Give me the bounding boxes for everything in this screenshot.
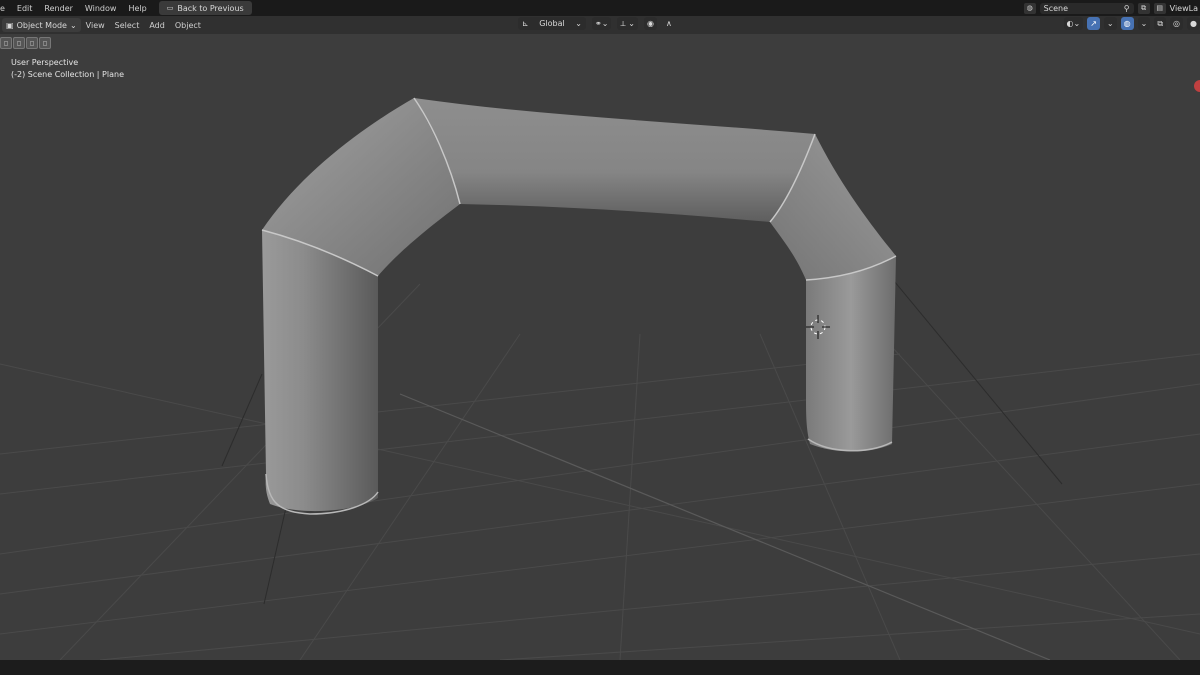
chevron-down-icon: ⌄ — [575, 19, 582, 28]
menu-view[interactable]: View — [81, 21, 110, 30]
solid-shading-icon[interactable]: ● — [1187, 17, 1200, 30]
xray-icon[interactable]: ⧉ — [1154, 17, 1167, 30]
menu-edit[interactable]: Edit — [11, 4, 39, 13]
menu-add[interactable]: Add — [144, 21, 170, 30]
object-mode-icon: ▣ — [6, 20, 14, 30]
wireframe-shading-icon[interactable]: ◎ — [1170, 17, 1184, 30]
floor-grid — [0, 283, 1200, 660]
scene-name: Scene — [1043, 3, 1069, 13]
menu-help[interactable]: Help — [122, 4, 152, 13]
pivot-icon[interactable]: ⚭⌄ — [592, 17, 612, 30]
mode-selector[interactable]: ▣ Object Mode ⌄ — [2, 18, 81, 32]
back-to-previous-button[interactable]: ▭ Back to Previous — [158, 1, 252, 15]
top-beam — [414, 98, 815, 222]
back-to-previous-label: Back to Previous — [177, 3, 244, 13]
viewport-shading-tools: ◐⌄ ↗ ⌄ ◍ ⌄ ⧉ ◎ ● — [1063, 17, 1200, 30]
scene-icon[interactable]: ◍ — [1023, 2, 1036, 14]
pin-icon[interactable]: ⚲ — [1124, 4, 1130, 13]
navigation-gizmo-x-icon[interactable] — [1194, 80, 1200, 92]
3d-viewport[interactable] — [0, 34, 1200, 660]
menu-file[interactable]: e — [0, 4, 11, 13]
top-menu-bar: e Edit Render Window Help ▭ Back to Prev… — [0, 0, 1200, 16]
right-pillar — [806, 256, 896, 452]
proportional-edit-icon[interactable]: ◉ — [644, 17, 657, 30]
gizmo-dropdown-icon[interactable]: ⌄ — [1103, 17, 1117, 30]
overlay-dropdown-icon[interactable]: ⌄ — [1137, 17, 1151, 30]
screen-icon: ▭ — [166, 4, 174, 12]
falloff-icon[interactable]: ∧ — [663, 17, 675, 30]
scene-selector[interactable]: Scene ⚲ — [1039, 2, 1134, 14]
orientation-label: Global — [539, 19, 565, 28]
top-right-controls: ◍ Scene ⚲ ⧉ ▤ ViewLa — [1023, 0, 1200, 16]
status-bar — [0, 660, 1200, 675]
overlay-icon[interactable]: ◍ — [1120, 17, 1134, 30]
chevron-down-icon: ⌄ — [69, 20, 77, 30]
visibility-icon[interactable]: ◐⌄ — [1063, 17, 1084, 30]
view-layer-name[interactable]: ViewLa — [1170, 4, 1200, 13]
mode-label: Object Mode — [16, 20, 67, 30]
new-scene-icon[interactable]: ⧉ — [1137, 2, 1150, 14]
snap-icon[interactable]: ⟂ ⌄ — [617, 17, 638, 30]
perspective-label: User Perspective — [11, 58, 79, 67]
left-pillar — [262, 230, 378, 512]
menu-render[interactable]: Render — [38, 4, 78, 13]
x-axis-line — [399, 393, 1051, 660]
menu-window[interactable]: Window — [79, 4, 123, 13]
orientation-selector[interactable]: ⊾ Global ⌄ — [518, 17, 586, 30]
menu-select[interactable]: Select — [110, 21, 145, 30]
orientation-icon: ⊾ — [522, 19, 529, 28]
view-layer-icon[interactable]: ▤ — [1153, 2, 1166, 14]
gizmo-icon[interactable]: ↗ — [1087, 17, 1100, 30]
transform-tools: ⊾ Global ⌄ ⚭⌄ ⟂ ⌄ ◉ ∧ — [518, 17, 675, 30]
collection-label: (-2) Scene Collection | Plane — [11, 70, 124, 79]
menu-object[interactable]: Object — [170, 21, 206, 30]
